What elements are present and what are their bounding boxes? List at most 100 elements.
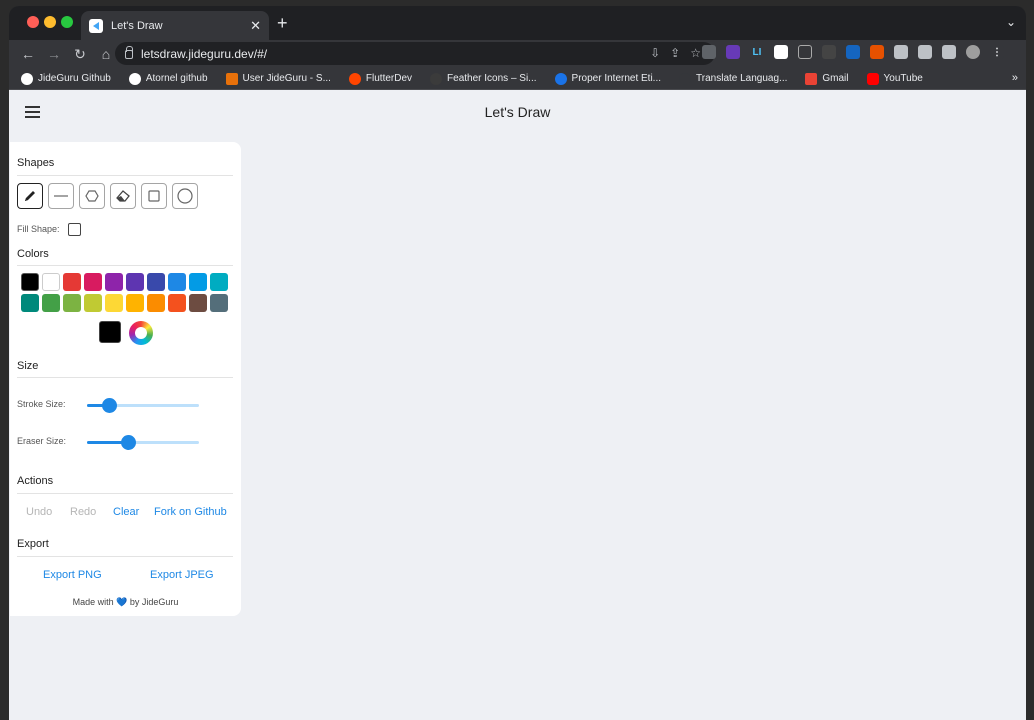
color-swatch[interactable] xyxy=(189,294,207,312)
tab-lets-draw[interactable]: Let's Draw ✕ xyxy=(81,11,269,40)
stroke-size-thumb[interactable] xyxy=(101,398,117,413)
color-swatch[interactable] xyxy=(189,273,207,291)
pencil-tool-button[interactable] xyxy=(17,183,43,209)
bookmark-label: YouTube xyxy=(883,73,923,84)
pencil-icon xyxy=(25,191,35,201)
bookmark-item[interactable]: User JideGuru - S... xyxy=(225,72,331,85)
export-png-button[interactable]: Export PNG xyxy=(43,569,102,581)
bookmark-item[interactable]: Gmail xyxy=(805,72,849,85)
close-tab-icon[interactable]: ✕ xyxy=(250,18,261,34)
color-swatch[interactable] xyxy=(105,273,123,291)
close-window-button[interactable] xyxy=(27,16,39,28)
color-swatch[interactable] xyxy=(63,294,81,312)
stackoverflow-icon xyxy=(225,72,238,85)
footer-credit: Made with 💙 by JideGuru xyxy=(10,597,241,608)
bookmark-item[interactable]: Feather Icons – Si... xyxy=(430,72,537,85)
fill-shape-label: Fill Shape: xyxy=(17,224,60,234)
new-tab-button[interactable]: + xyxy=(277,14,288,32)
color-swatch[interactable] xyxy=(126,273,144,291)
color-swatch[interactable] xyxy=(210,273,228,291)
export-jpeg-button[interactable]: Export JPEG xyxy=(150,569,214,581)
extension-icon[interactable] xyxy=(798,45,812,59)
line-icon xyxy=(54,195,68,197)
color-swatch[interactable] xyxy=(21,294,39,312)
fork-on-github-link[interactable]: Fork on Github xyxy=(154,506,227,518)
bookmark-star-icon[interactable]: ☆ xyxy=(690,46,701,60)
color-swatch[interactable] xyxy=(168,294,186,312)
lock-icon[interactable] xyxy=(125,46,133,59)
bookmark-label: Translate Languag... xyxy=(696,73,788,84)
square-icon xyxy=(148,190,160,202)
more-bookmarks-icon[interactable]: » xyxy=(1012,72,1018,84)
install-icon[interactable]: ⇩ xyxy=(650,46,660,60)
bookmark-item[interactable]: YouTube xyxy=(866,72,923,85)
metamask-icon[interactable] xyxy=(870,45,884,59)
color-swatch[interactable] xyxy=(84,294,102,312)
eraser-tool-button[interactable] xyxy=(110,183,136,209)
bookmark-item[interactable]: FlutterDev xyxy=(348,72,412,85)
color-swatch[interactable] xyxy=(168,273,186,291)
extension-icon[interactable] xyxy=(774,45,788,59)
bookmark-item[interactable]: Translate Languag... xyxy=(679,72,788,85)
reddit-icon xyxy=(348,72,361,85)
stroke-size-slider[interactable] xyxy=(87,398,199,413)
page-title: Let's Draw xyxy=(484,104,551,120)
url-text[interactable]: letsdraw.jideguru.dev/#/ xyxy=(141,47,267,61)
address-bar[interactable]: letsdraw.jideguru.dev/#/ ⇩ ⇪ ☆ xyxy=(115,42,715,65)
color-swatch[interactable] xyxy=(84,273,102,291)
color-swatch[interactable] xyxy=(42,294,60,312)
forward-button[interactable]: → xyxy=(41,43,67,65)
bookmark-label: Feather Icons – Si... xyxy=(447,73,537,84)
color-swatch[interactable] xyxy=(63,273,81,291)
flutter-icon xyxy=(89,18,103,33)
color-swatch[interactable] xyxy=(147,273,165,291)
circle-tool-button[interactable] xyxy=(172,183,198,209)
extension-icon[interactable] xyxy=(846,45,860,59)
drawing-canvas[interactable]: Let's Draw Shapes Fill Shape: Colors Siz… xyxy=(9,90,1026,720)
bookmark-label: JideGuru Github xyxy=(38,73,111,84)
tab-search-icon[interactable]: ⌄ xyxy=(1006,15,1016,29)
color-swatch[interactable] xyxy=(210,294,228,312)
color-swatch[interactable] xyxy=(21,273,39,291)
reading-list-icon[interactable] xyxy=(918,45,932,59)
minimize-window-button[interactable] xyxy=(44,16,56,28)
eraser-size-thumb[interactable] xyxy=(120,435,136,450)
puzzle-icon[interactable] xyxy=(894,45,908,59)
color-swatch[interactable] xyxy=(42,273,60,291)
line-tool-button[interactable] xyxy=(48,183,74,209)
color-swatch[interactable] xyxy=(105,294,123,312)
feather-icon xyxy=(430,72,443,85)
polygon-tool-button[interactable] xyxy=(79,183,105,209)
hexagon-icon xyxy=(85,190,99,202)
fill-shape-checkbox[interactable] xyxy=(68,223,81,236)
profile-avatar[interactable] xyxy=(966,45,980,59)
color-swatch[interactable] xyxy=(126,294,144,312)
side-panel-icon[interactable] xyxy=(942,45,956,59)
current-color-swatch[interactable] xyxy=(99,321,121,343)
extension-icon[interactable] xyxy=(702,45,716,59)
clear-button[interactable]: Clear xyxy=(113,506,139,518)
color-picker-icon[interactable] xyxy=(129,321,153,345)
square-tool-button[interactable] xyxy=(141,183,167,209)
share-icon[interactable]: ⇪ xyxy=(670,46,680,60)
bookmarks-bar: JideGuru Github Atornel github User Jide… xyxy=(9,68,1026,90)
divider xyxy=(17,493,233,494)
bookmark-item[interactable]: Proper Internet Eti... xyxy=(554,72,661,85)
extension-icon[interactable] xyxy=(726,45,740,59)
maximize-window-button[interactable] xyxy=(61,16,73,28)
eraser-size-slider[interactable] xyxy=(87,435,199,450)
bookmark-item[interactable]: JideGuru Github xyxy=(21,72,111,85)
extension-li-icon[interactable]: LI xyxy=(750,45,764,59)
color-swatch[interactable] xyxy=(147,294,165,312)
more-menu-icon[interactable]: ⋮ xyxy=(990,45,1004,59)
undo-button[interactable]: Undo xyxy=(26,506,52,518)
reload-button[interactable]: ↻ xyxy=(67,43,93,65)
github-icon[interactable] xyxy=(822,45,836,59)
bookmark-item[interactable]: Atornel github xyxy=(128,72,208,85)
translate-icon xyxy=(679,72,692,85)
back-button[interactable]: ← xyxy=(15,43,41,65)
stroke-size-label: Stroke Size: xyxy=(17,399,66,409)
globe-icon xyxy=(554,72,567,85)
github-icon xyxy=(128,72,141,85)
redo-button[interactable]: Redo xyxy=(70,506,96,518)
